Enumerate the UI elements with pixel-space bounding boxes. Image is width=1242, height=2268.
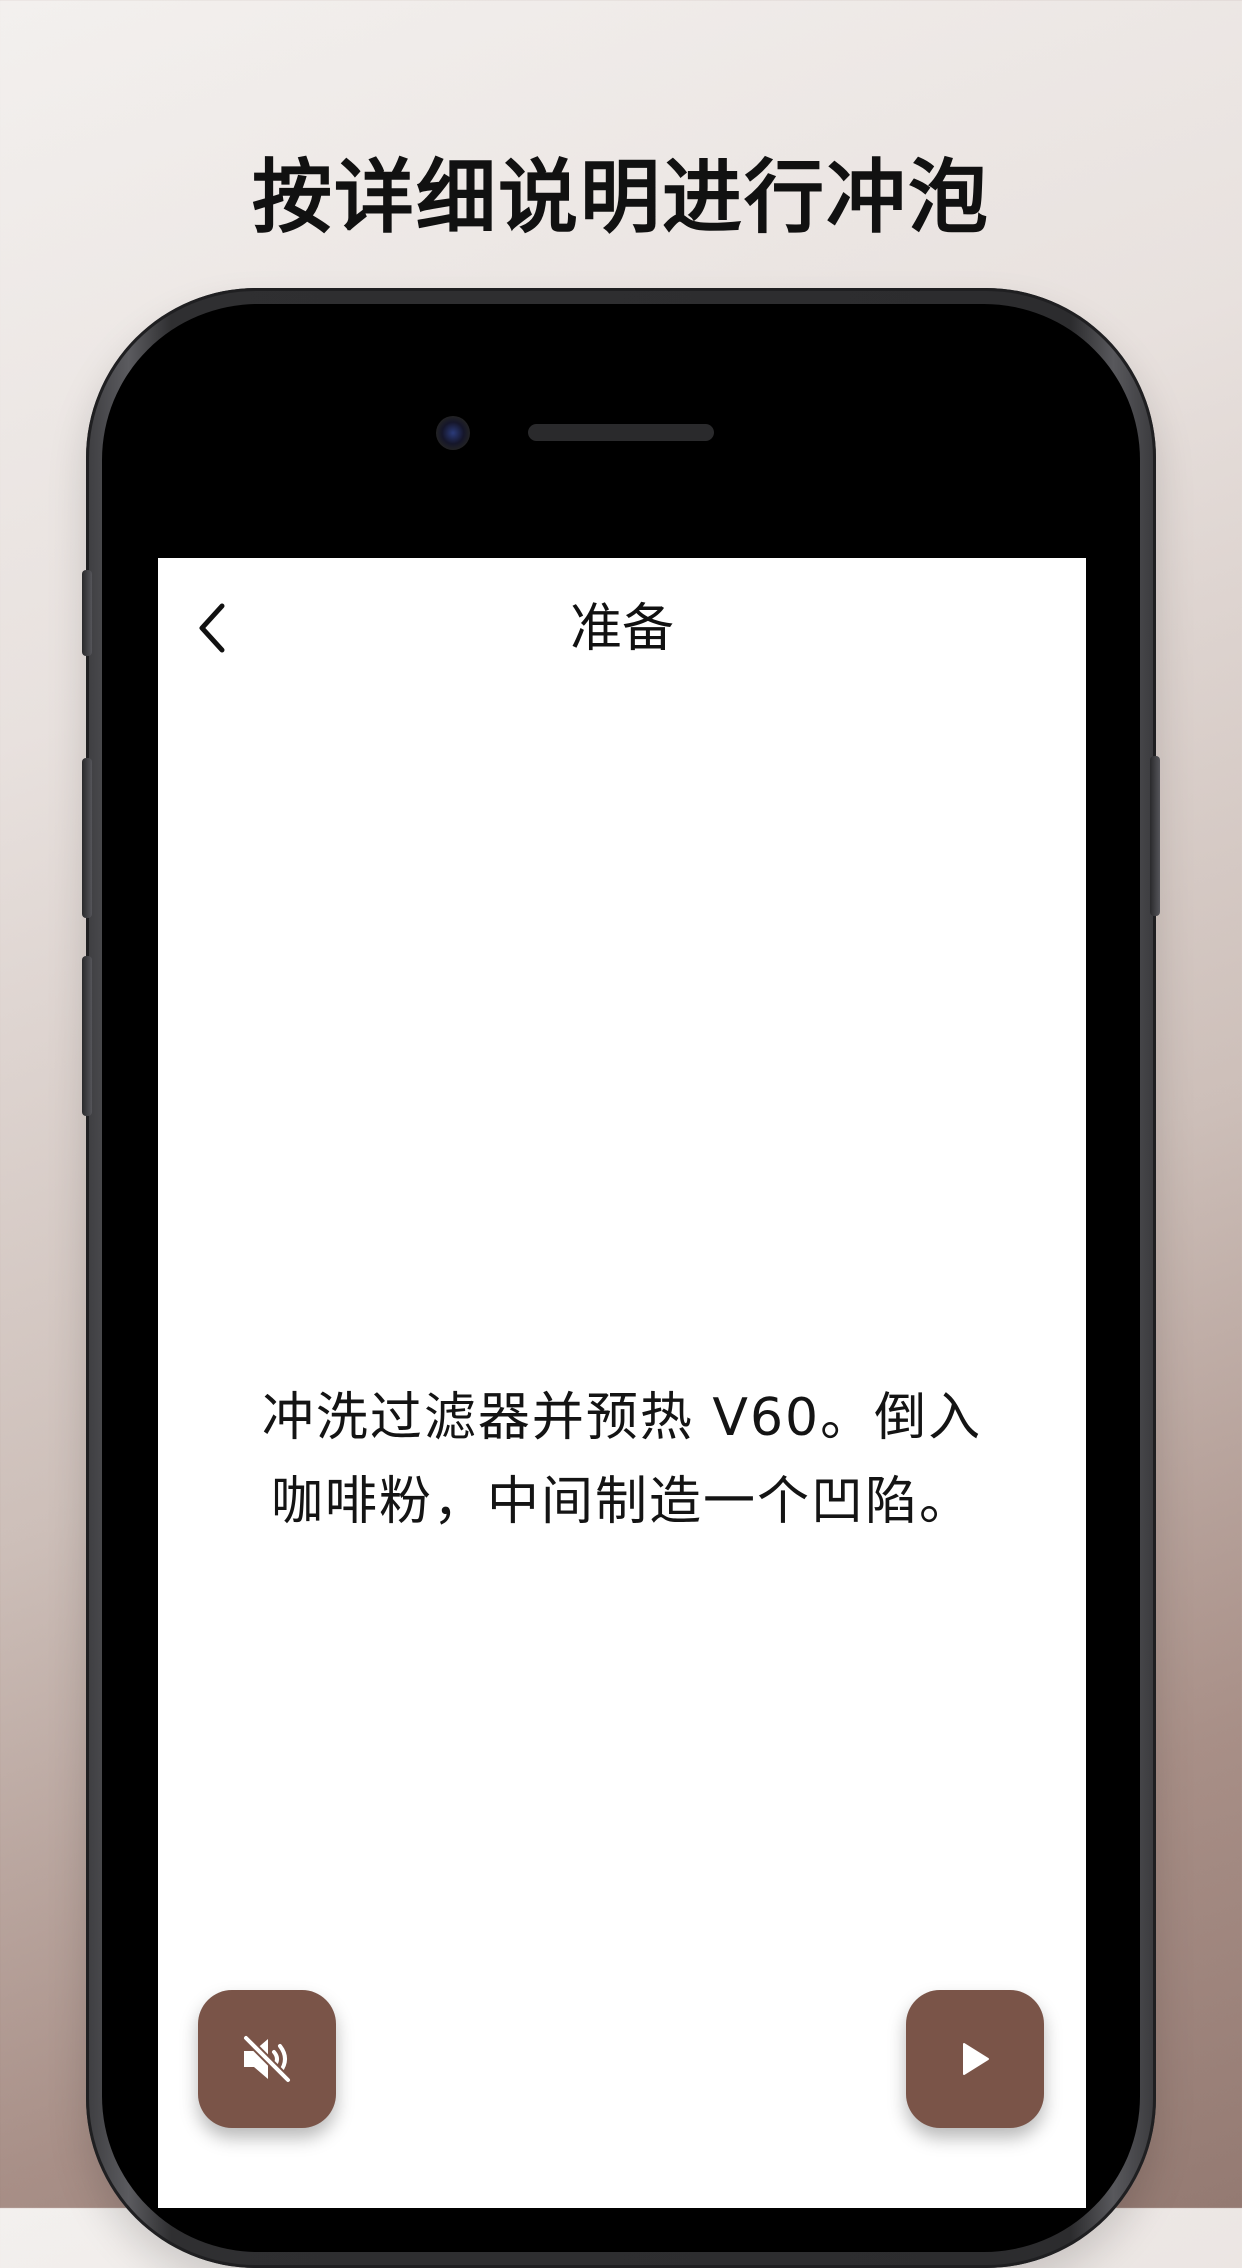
instruction-line-2: 咖啡粉，中间制造一个凹陷。 <box>270 1472 973 1532</box>
mute-button[interactable] <box>198 1990 336 2128</box>
brew-instruction: 冲洗过滤器并预热 V60。倒入 咖啡粉，中间制造一个凹陷。 <box>198 1376 1046 1544</box>
earpiece-speaker <box>528 424 714 441</box>
marketing-headline: 按详细说明进行冲泡 <box>252 151 990 244</box>
instruction-line-1: 冲洗过滤器并预热 V60。倒入 <box>261 1388 983 1448</box>
app-screen: 准备 冲洗过滤器并预热 V60。倒入 咖啡粉，中间制造一个凹陷。 <box>158 558 1086 2208</box>
phone-volume-up-button <box>82 758 92 918</box>
speaker-muted-icon <box>242 2034 292 2084</box>
phone-power-button <box>1150 756 1160 916</box>
front-camera <box>436 416 470 450</box>
phone-silent-switch <box>82 570 92 656</box>
play-button[interactable] <box>906 1990 1044 2128</box>
play-icon <box>963 2043 989 2075</box>
phone-volume-down-button <box>82 956 92 1116</box>
page-title: 准备 <box>569 599 674 659</box>
